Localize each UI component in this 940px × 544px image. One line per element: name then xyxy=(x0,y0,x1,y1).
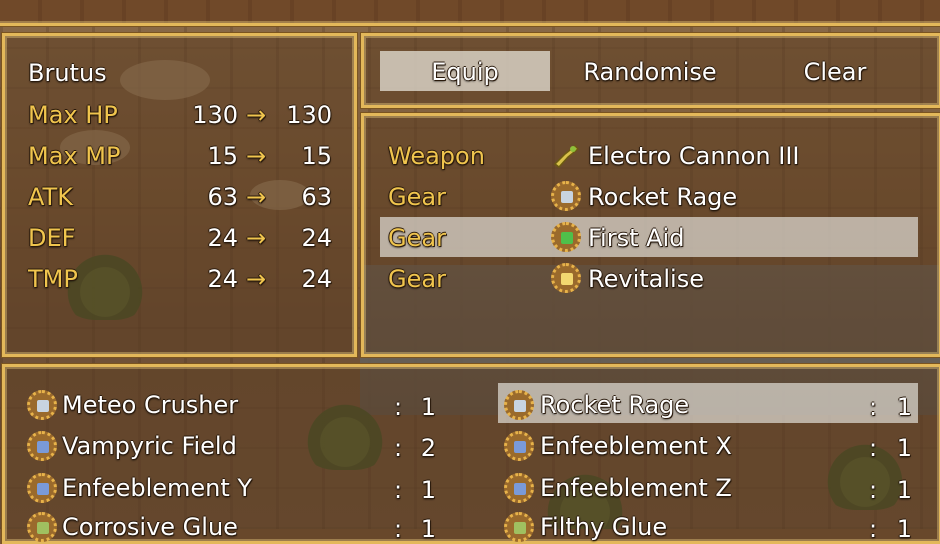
clear-command[interactable]: Clear xyxy=(750,57,920,87)
stat-current: 130 xyxy=(192,101,238,129)
slot-label: Gear xyxy=(388,265,446,293)
gear-shield-icon xyxy=(504,390,534,420)
item-name: Corrosive Glue xyxy=(62,513,238,541)
stat-current: 24 xyxy=(207,265,238,293)
stat-new: 130 xyxy=(286,101,332,129)
item-quantity: 1 xyxy=(420,393,436,421)
gear-swirl-icon xyxy=(504,473,534,503)
gear-shield-icon xyxy=(551,181,581,211)
stat-new: 24 xyxy=(301,265,332,293)
gear-cross-icon xyxy=(551,222,581,252)
slot-item: First Aid xyxy=(588,224,685,252)
gear-swirl-icon xyxy=(27,431,57,461)
gear-glue-icon xyxy=(504,512,534,542)
item-name: Filthy Glue xyxy=(540,513,668,541)
item-name: Enfeeblement Y xyxy=(62,474,253,502)
gear-swirl-icon xyxy=(27,473,57,503)
item-quantity: 1 xyxy=(896,434,912,462)
stat-current: 15 xyxy=(207,142,238,170)
gear-glue-icon xyxy=(27,512,57,542)
slot-item: Electro Cannon III xyxy=(588,142,800,170)
stat-label: DEF xyxy=(28,224,76,252)
slot-item: Revitalise xyxy=(588,265,704,293)
item-quantity: 1 xyxy=(896,476,912,504)
item-name: Enfeeblement Z xyxy=(540,474,732,502)
item-name: Vampyric Field xyxy=(62,432,237,460)
gear-heal-icon xyxy=(551,263,581,293)
item-quantity: 2 xyxy=(420,434,436,462)
item-name: Meteo Crusher xyxy=(62,391,239,419)
stat-current: 24 xyxy=(207,224,238,252)
stat-label: Max HP xyxy=(28,101,118,129)
stat-label: ATK xyxy=(28,183,73,211)
blaster-icon xyxy=(551,140,581,170)
item-name: Enfeeblement X xyxy=(540,432,732,460)
slot-label: Gear xyxy=(388,224,446,252)
equip-command[interactable]: Equip xyxy=(380,57,550,87)
stat-label: Max MP xyxy=(28,142,121,170)
actor-name: Brutus xyxy=(28,59,107,87)
item-quantity: 1 xyxy=(420,515,436,543)
stat-new: 24 xyxy=(301,224,332,252)
slot-item: Rocket Rage xyxy=(588,183,738,211)
item-quantity: 1 xyxy=(896,515,912,543)
item-quantity: 1 xyxy=(896,393,912,421)
gear-shield-icon xyxy=(27,390,57,420)
stat-current: 63 xyxy=(207,183,238,211)
gear-swirl-icon xyxy=(504,431,534,461)
slot-label: Weapon xyxy=(388,142,485,170)
item-name: Rocket Rage xyxy=(540,391,690,419)
stat-new: 63 xyxy=(301,183,332,211)
stat-label: TMP xyxy=(28,265,78,293)
stat-new: 15 xyxy=(301,142,332,170)
item-quantity: 1 xyxy=(420,476,436,504)
slot-label: Gear xyxy=(388,183,446,211)
randomise-command[interactable]: Randomise xyxy=(565,57,735,87)
top-strip-window xyxy=(0,0,940,27)
